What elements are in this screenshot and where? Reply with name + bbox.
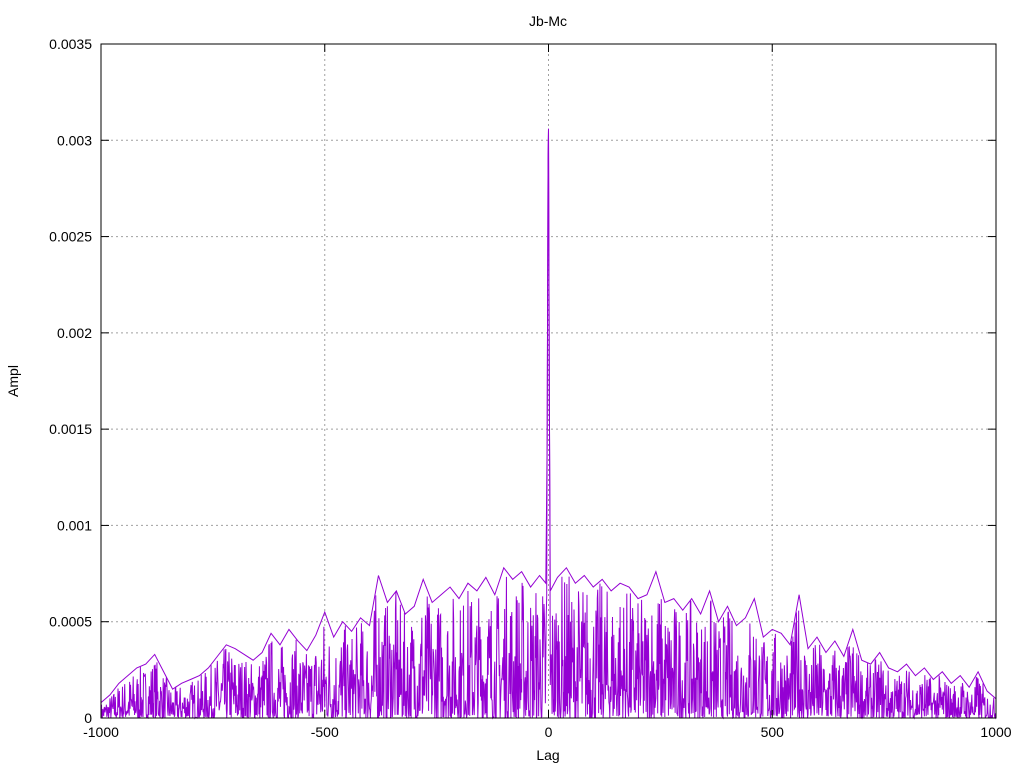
x-tick-label: 1000 <box>980 724 1011 740</box>
x-axis-label: Lag <box>536 747 559 763</box>
y-tick-label: 0.0005 <box>49 614 92 630</box>
y-tick-label: 0.0025 <box>49 229 92 245</box>
y-tick-label: 0.001 <box>57 517 92 533</box>
y-tick-label: 0.002 <box>57 325 92 341</box>
y-axis-label: Ampl <box>5 365 21 397</box>
x-tick-label: -500 <box>311 724 339 740</box>
y-tick-label: 0.0035 <box>49 36 92 52</box>
x-tick-labels: -1000 -500 0 500 1000 <box>83 724 1012 740</box>
x-tick-label: 500 <box>761 724 785 740</box>
x-tick-label: 0 <box>545 724 553 740</box>
chart-title: Jb-Mc <box>529 13 567 29</box>
y-tick-label: 0.0015 <box>49 421 92 437</box>
y-tick-label: 0 <box>84 710 92 726</box>
y-tick-label: 0.003 <box>57 132 92 148</box>
y-tick-labels: 0 0.0005 0.001 0.0015 0.002 0.0025 0.003 0.0035 <box>49 36 92 726</box>
x-tick-label: -1000 <box>83 724 119 740</box>
chart: Jb-Mc -1000 -500 0 500 1000 0 0.0005 0.001 0.00… <box>5 13 1012 763</box>
